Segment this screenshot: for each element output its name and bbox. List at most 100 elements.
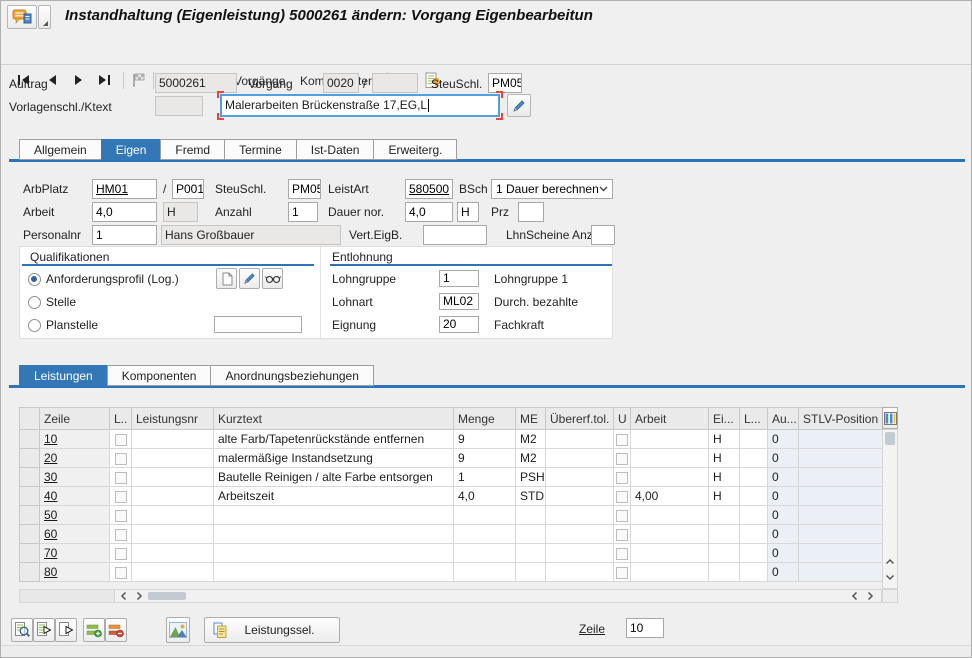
- horizontal-scroll-thumb[interactable]: [148, 592, 186, 600]
- zeile-link[interactable]: 60: [44, 527, 57, 541]
- cell-ei[interactable]: [709, 544, 740, 563]
- column-header[interactable]: Zeile: [40, 408, 110, 430]
- row-checkbox[interactable]: [115, 472, 127, 484]
- dauer-einheit-field[interactable]: H: [457, 202, 479, 222]
- session-button[interactable]: [7, 5, 37, 29]
- tab-fremd[interactable]: Fremd: [160, 139, 225, 160]
- row-checkbox[interactable]: [616, 548, 628, 560]
- create-profile-button[interactable]: [216, 268, 237, 289]
- detail-button[interactable]: [11, 618, 33, 642]
- column-header[interactable]: Ei...: [709, 408, 740, 430]
- cell-arbeit[interactable]: [631, 430, 709, 449]
- cell-me[interactable]: M2: [516, 449, 546, 468]
- row-checkbox[interactable]: [616, 529, 628, 541]
- planstelle-field[interactable]: [214, 316, 302, 333]
- cell-menge[interactable]: 1: [454, 468, 516, 487]
- cell-stlv[interactable]: [799, 506, 883, 525]
- cell-menge[interactable]: [454, 563, 516, 582]
- row-checkbox[interactable]: [616, 453, 628, 465]
- cell-leistungsnr[interactable]: [132, 544, 214, 563]
- tab-allgemein[interactable]: Allgemein: [19, 139, 102, 160]
- row-select-cell[interactable]: [20, 563, 40, 582]
- row-checkbox[interactable]: [115, 491, 127, 503]
- lohngruppe-field[interactable]: 1: [439, 270, 479, 287]
- cell-menge[interactable]: [454, 506, 516, 525]
- cell-l-checkbox[interactable]: [110, 544, 132, 563]
- werk-field[interactable]: P001: [172, 179, 204, 199]
- cell-uebererf-tol[interactable]: [546, 468, 614, 487]
- row-select-cell[interactable]: [20, 544, 40, 563]
- cell-leistungsnr[interactable]: [132, 430, 214, 449]
- cell-menge[interactable]: [454, 544, 516, 563]
- cell-arbeit[interactable]: [631, 525, 709, 544]
- cell-stlv[interactable]: [799, 449, 883, 468]
- cell-u-checkbox[interactable]: [614, 544, 631, 563]
- bsch-select[interactable]: 1 Dauer berechnen: [491, 179, 613, 199]
- cell-uebererf-tol[interactable]: [546, 430, 614, 449]
- eigen-steuschl-field[interactable]: PM05: [288, 179, 321, 199]
- zeile-link[interactable]: 30: [44, 470, 57, 484]
- tab-anordnungsbeziehungen[interactable]: Anordnungsbeziehungen: [210, 365, 373, 386]
- column-header[interactable]: Au...: [768, 408, 799, 430]
- leistungssel-button[interactable]: Leistungssel.: [204, 617, 340, 643]
- insert-row-button[interactable]: [83, 618, 105, 642]
- cell-l2[interactable]: [740, 544, 768, 563]
- scroll-right-button-right[interactable]: [863, 590, 878, 602]
- cell-kurztext[interactable]: malermäßige Instandsetzung: [214, 449, 454, 468]
- cell-arbeit[interactable]: [631, 449, 709, 468]
- cell-uebererf-tol[interactable]: [546, 506, 614, 525]
- tab-eigen[interactable]: Eigen: [101, 139, 162, 160]
- cell-me[interactable]: [516, 563, 546, 582]
- cell-l-checkbox[interactable]: [110, 525, 132, 544]
- row-checkbox[interactable]: [616, 491, 628, 503]
- cell-stlv[interactable]: [799, 468, 883, 487]
- cell-au[interactable]: 0: [768, 544, 799, 563]
- cell-u-checkbox[interactable]: [614, 468, 631, 487]
- cell-kurztext[interactable]: [214, 563, 454, 582]
- scroll-down-button[interactable]: [883, 570, 897, 585]
- row-checkbox[interactable]: [115, 453, 127, 465]
- row-checkbox[interactable]: [115, 548, 127, 560]
- cell-uebererf-tol[interactable]: [546, 544, 614, 563]
- column-config-button[interactable]: [882, 407, 898, 429]
- cell-l-checkbox[interactable]: [110, 563, 132, 582]
- cell-stlv[interactable]: [799, 487, 883, 506]
- tab-termine[interactable]: Termine: [224, 139, 297, 160]
- cell-ei[interactable]: [709, 506, 740, 525]
- cell-kurztext[interactable]: alte Farb/Tapetenrückstände entfernen: [214, 430, 454, 449]
- cell-stlv[interactable]: [799, 525, 883, 544]
- cell-zeile[interactable]: 10: [40, 430, 110, 449]
- cell-arbeit[interactable]: [631, 506, 709, 525]
- column-header[interactable]: ME: [516, 408, 546, 430]
- row-checkbox[interactable]: [115, 510, 127, 522]
- column-header[interactable]: Kurztext: [214, 408, 454, 430]
- edit-longtext-button[interactable]: [507, 94, 531, 117]
- cell-uebererf-tol[interactable]: [546, 487, 614, 506]
- cell-zeile[interactable]: 40: [40, 487, 110, 506]
- cell-kurztext[interactable]: [214, 525, 454, 544]
- cell-me[interactable]: [516, 506, 546, 525]
- scroll-left-button[interactable]: [116, 590, 131, 602]
- column-header[interactable]: Übererf.tol.: [546, 408, 614, 430]
- lhnscheine-field[interactable]: [591, 225, 615, 245]
- cell-uebererf-tol[interactable]: [546, 563, 614, 582]
- cell-uebererf-tol[interactable]: [546, 525, 614, 544]
- column-header[interactable]: U: [614, 408, 631, 430]
- cell-l2[interactable]: [740, 563, 768, 582]
- cell-l-checkbox[interactable]: [110, 487, 132, 506]
- cell-u-checkbox[interactable]: [614, 506, 631, 525]
- scroll-up-button[interactable]: [883, 554, 897, 569]
- cell-au[interactable]: 0: [768, 506, 799, 525]
- steuschl-field[interactable]: PM05: [488, 73, 522, 93]
- column-header[interactable]: Menge: [454, 408, 516, 430]
- cell-l-checkbox[interactable]: [110, 506, 132, 525]
- choose-empty-button[interactable]: [55, 618, 77, 642]
- column-header-select[interactable]: [20, 408, 40, 430]
- anzahl-field[interactable]: 1: [288, 202, 318, 222]
- cell-leistungsnr[interactable]: [132, 563, 214, 582]
- row-checkbox[interactable]: [616, 510, 628, 522]
- delete-row-button[interactable]: [105, 618, 127, 642]
- cell-me[interactable]: STD: [516, 487, 546, 506]
- prz-field[interactable]: [518, 202, 544, 222]
- next-record-button[interactable]: [70, 73, 88, 87]
